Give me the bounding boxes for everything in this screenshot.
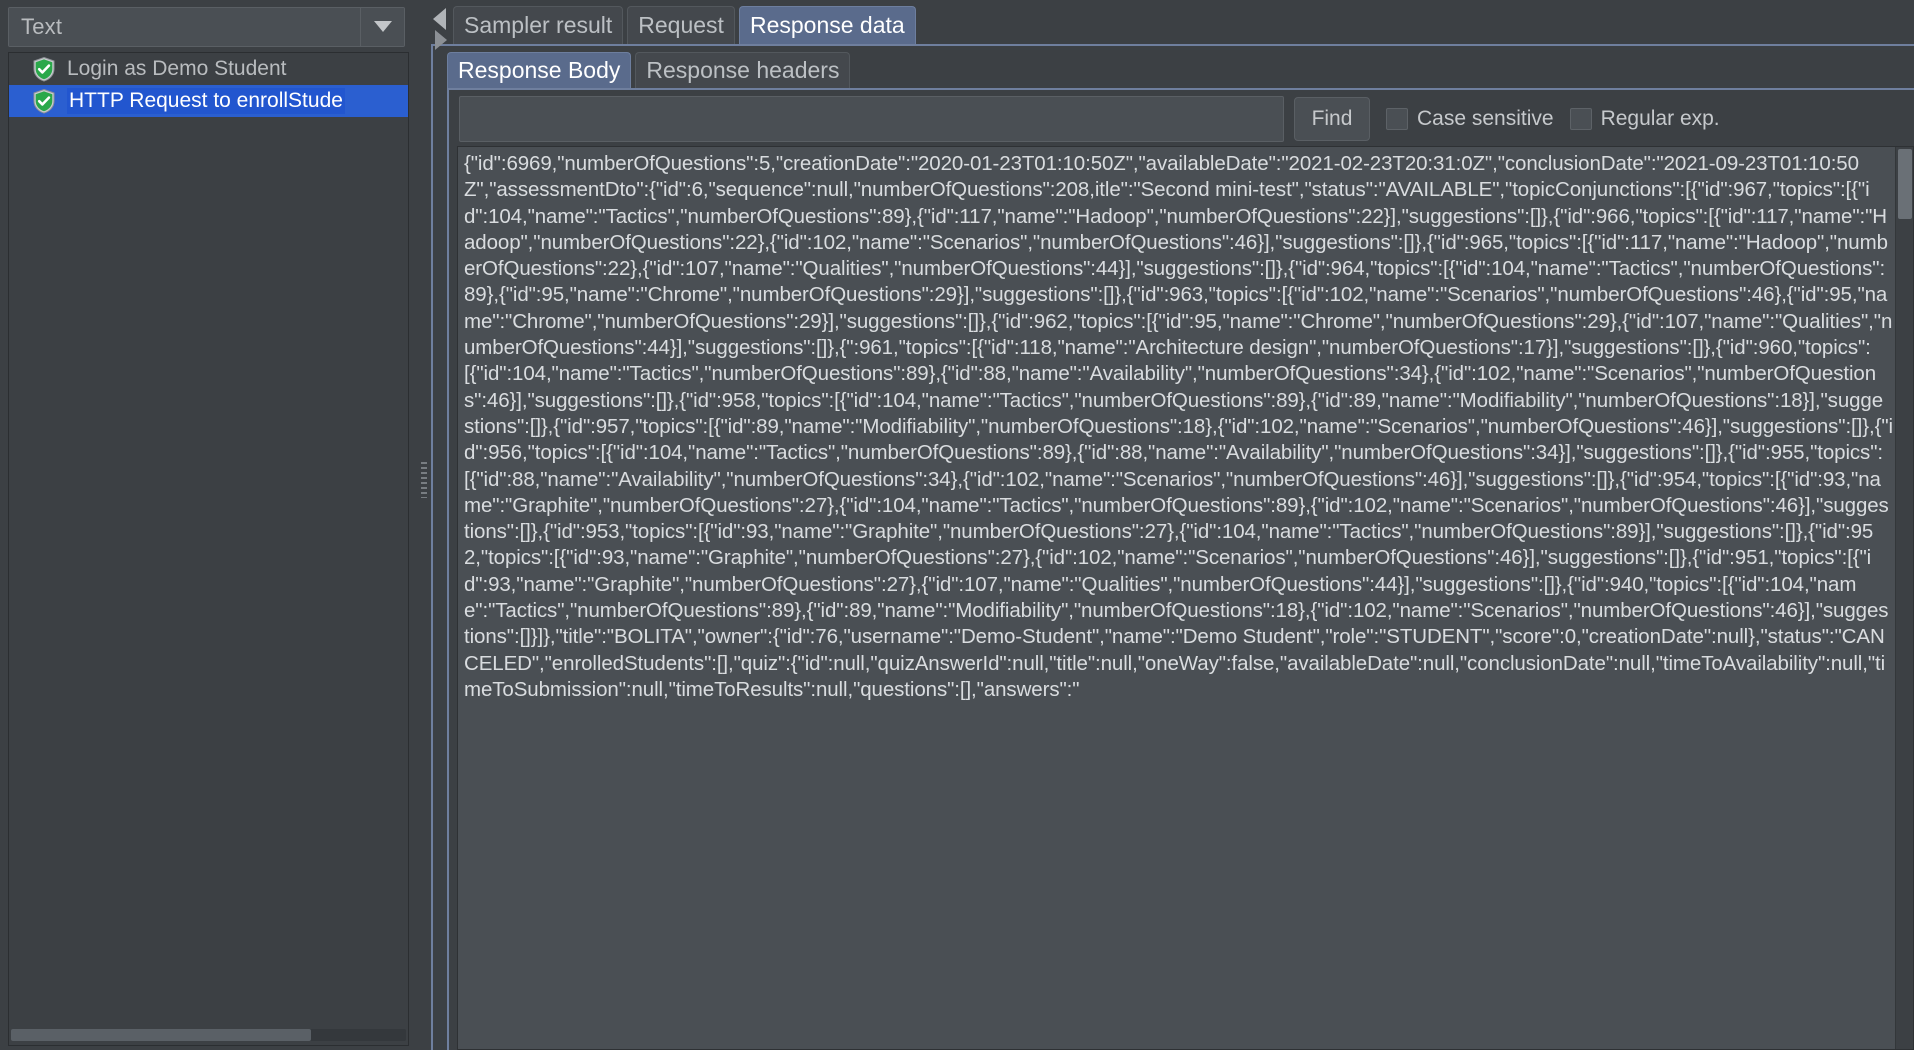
response-data-pane: Response Body Response headers Find Case… [431,44,1914,1050]
tab-label: Request [638,12,724,38]
renderer-combo[interactable]: Text [8,6,405,47]
renderer-combo-row: Text [0,0,417,52]
renderer-combo-arrow-button[interactable] [360,7,404,46]
tab-scroll-arrows[interactable] [431,0,453,50]
tree-item-label: Login as Demo Student [67,57,287,80]
results-tree[interactable]: Login as Demo Student HTTP Request to en… [8,52,409,1024]
result-tabbar: Sampler result Request Response data [431,0,1914,50]
response-body-scrollbar-thumb[interactable] [1898,149,1912,219]
regular-exp-option[interactable]: Regular exp. [1569,107,1720,131]
case-sensitive-checkbox[interactable] [1386,108,1408,130]
tree-horizontal-scrollbar[interactable] [8,1024,409,1046]
tree-scrollbar-track[interactable] [11,1028,406,1041]
left-panel: Text Login as Demo Student HTTP Request … [0,0,417,1050]
subtab-response-body[interactable]: Response Body [447,52,632,88]
response-body-scrollpane: {"id":6969,"numberOfQuestions":5,"creati… [457,146,1914,1050]
subtab-label: Response Body [458,57,621,83]
tab-label: Sampler result [464,12,613,38]
search-toolbar: Find Case sensitive Regular exp. [449,90,1914,146]
tab-label: Response data [749,12,905,38]
regular-exp-checkbox[interactable] [1569,108,1592,130]
shield-check-icon [31,56,57,82]
find-button[interactable]: Find [1294,97,1370,141]
response-subtabbar: Response Body Response headers [433,46,1914,88]
subtab-response-headers[interactable]: Response headers [635,52,851,88]
tree-item-http-request-to-enrollstudent[interactable]: HTTP Request to enrollStude [9,85,408,117]
tab-request[interactable]: Request [627,6,735,44]
right-panel: Sampler result Request Response data Res… [431,0,1914,1050]
arrow-left-icon[interactable] [433,8,446,30]
splitter-grip-icon [421,462,427,498]
chevron-down-icon [373,21,392,32]
regular-exp-label: Regular exp. [1600,107,1720,130]
case-sensitive-option[interactable]: Case sensitive [1386,107,1554,131]
response-body-pane: Find Case sensitive Regular exp. {"id":6… [447,88,1914,1050]
panel-splitter[interactable] [417,0,431,1050]
arrow-right-icon[interactable] [435,30,447,50]
case-sensitive-label: Case sensitive [1417,107,1554,130]
tab-response-data[interactable]: Response data [738,6,916,44]
view-results-tree-window: Text Login as Demo Student HTTP Request … [0,0,1914,1050]
tab-sampler-result[interactable]: Sampler result [453,6,624,44]
tree-item-label: HTTP Request to enrollStude [67,88,345,114]
shield-check-icon [31,88,57,114]
tree-scrollbar-thumb[interactable] [11,1028,311,1041]
tree-item-login-as-demo-student[interactable]: Login as Demo Student [9,53,408,85]
search-input[interactable] [459,96,1284,142]
renderer-combo-value: Text [9,7,360,46]
response-body-text[interactable]: {"id":6969,"numberOfQuestions":5,"creati… [458,147,1895,1049]
subtab-label: Response headers [646,57,840,83]
response-body-vertical-scrollbar[interactable] [1895,147,1913,1049]
